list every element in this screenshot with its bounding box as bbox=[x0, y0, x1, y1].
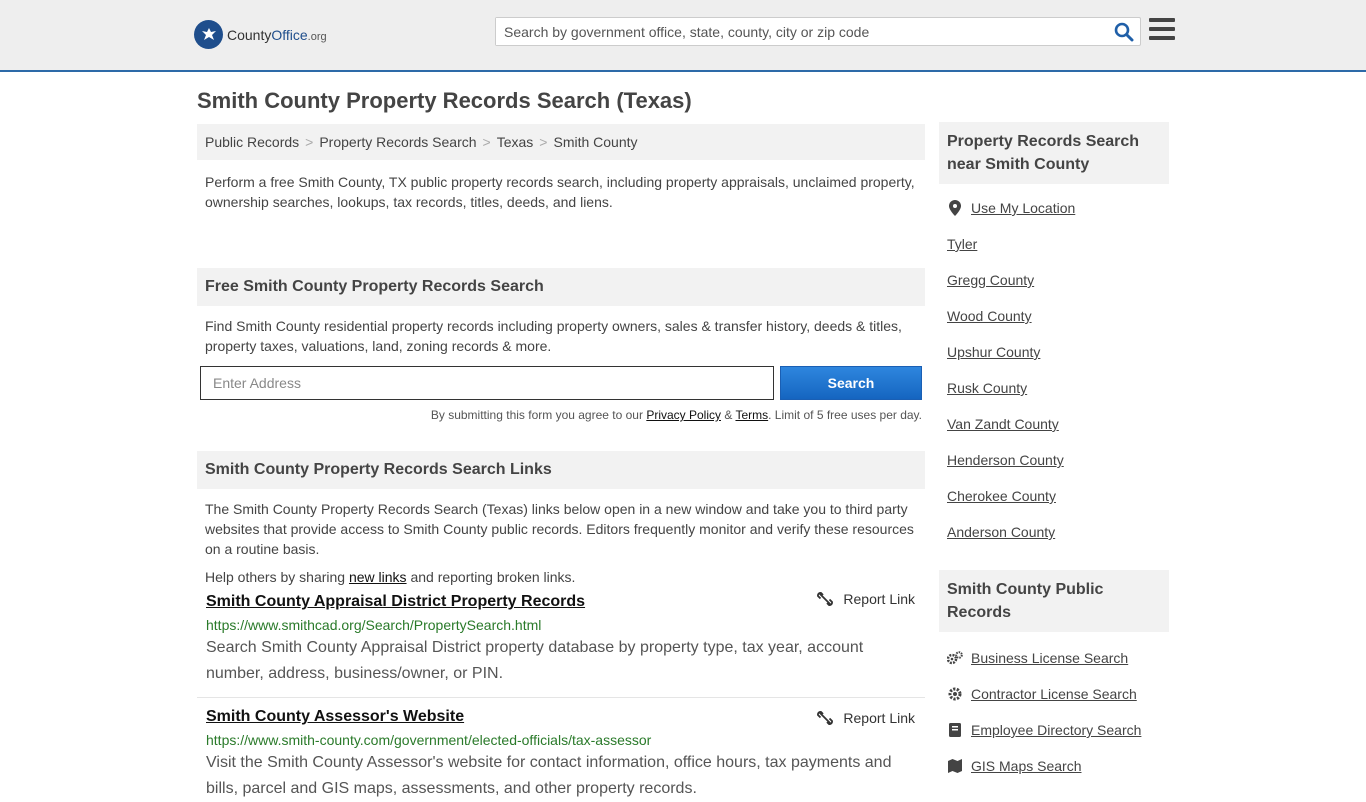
sidebar-item-business-license[interactable]: Business License Search bbox=[947, 640, 1161, 676]
breadcrumb: Public Records > Property Records Search > T… bbox=[197, 124, 925, 160]
nearby-link[interactable]: Henderson County bbox=[947, 452, 1064, 468]
nearby-search-heading: Property Records Search near Smith Count… bbox=[939, 122, 1169, 184]
address-search-form: Search bbox=[197, 358, 925, 406]
logo-text-office: Office bbox=[271, 26, 308, 43]
terms-suffix: . Limit of 5 free uses per day. bbox=[768, 408, 922, 422]
employee-directory-search-link[interactable]: Employee Directory Search bbox=[971, 722, 1141, 738]
new-links-link[interactable]: new links bbox=[349, 569, 407, 585]
map-icon bbox=[947, 759, 963, 773]
resource-link-description: Visit the Smith County Assessor's websit… bbox=[206, 754, 892, 797]
breadcrumb-texas[interactable]: Texas bbox=[497, 134, 534, 150]
sidebar-item-tyler[interactable]: Tyler bbox=[947, 226, 1161, 262]
resource-link-url: https://www.smithcad.org/Search/Property… bbox=[206, 617, 542, 633]
resource-link-title[interactable]: Smith County Appraisal District Property… bbox=[206, 593, 585, 611]
gears-icon bbox=[947, 651, 963, 665]
share-links-note: Help others by sharing new links and rep… bbox=[197, 559, 925, 589]
resource-link-item: Smith County Appraisal District Property… bbox=[197, 589, 925, 698]
sidebar-item-van-zandt-county[interactable]: Van Zandt County bbox=[947, 406, 1161, 442]
nearby-link[interactable]: Upshur County bbox=[947, 344, 1040, 360]
site-search bbox=[495, 17, 1141, 46]
sidebar-item-upshur-county[interactable]: Upshur County bbox=[947, 334, 1161, 370]
gear-icon bbox=[947, 687, 963, 701]
gis-maps-search-link[interactable]: GIS Maps Search bbox=[971, 758, 1082, 774]
business-license-search-link[interactable]: Business License Search bbox=[971, 650, 1128, 666]
sidebar-item-wood-county[interactable]: Wood County bbox=[947, 298, 1161, 334]
sidebar-item-cherokee-county[interactable]: Cherokee County bbox=[947, 478, 1161, 514]
address-input[interactable] bbox=[200, 366, 774, 400]
broken-link-icon bbox=[817, 592, 834, 606]
nearby-link[interactable]: Gregg County bbox=[947, 272, 1034, 288]
sidebar-item-henderson-county[interactable]: Henderson County bbox=[947, 442, 1161, 478]
share-prefix: Help others by sharing bbox=[205, 569, 349, 585]
nearby-link[interactable]: Cherokee County bbox=[947, 488, 1056, 504]
privacy-policy-link[interactable]: Privacy Policy bbox=[646, 408, 721, 422]
book-icon bbox=[947, 723, 963, 737]
sidebar-item-gis-maps[interactable]: GIS Maps Search bbox=[947, 748, 1161, 784]
hamburger-menu-icon[interactable] bbox=[1149, 18, 1175, 42]
nearby-link[interactable]: Van Zandt County bbox=[947, 416, 1059, 432]
main-content: Public Records > Property Records Search > T… bbox=[197, 124, 925, 802]
map-marker-icon bbox=[947, 200, 963, 216]
sidebar-item-anderson-county[interactable]: Anderson County bbox=[947, 514, 1161, 550]
free-search-description: Find Smith County residential property r… bbox=[205, 318, 902, 354]
free-search-heading: Free Smith County Property Records Searc… bbox=[197, 268, 925, 306]
breadcrumb-separator: > bbox=[305, 134, 314, 150]
breadcrumb-separator: > bbox=[482, 134, 491, 150]
nearby-link[interactable]: Tyler bbox=[947, 236, 977, 252]
sidebar-item-use-my-location[interactable]: Use My Location bbox=[947, 190, 1161, 226]
share-suffix: and reporting broken links. bbox=[406, 569, 576, 585]
logo-text-county: County bbox=[227, 26, 272, 43]
sidebar-item-contractor-license[interactable]: Contractor License Search bbox=[947, 676, 1161, 712]
breadcrumb-smith-county[interactable]: Smith County bbox=[553, 134, 637, 150]
resource-link-description: Search Smith County Appraisal District p… bbox=[206, 639, 864, 682]
terms-amp: & bbox=[721, 408, 736, 422]
report-link-label: Report Link bbox=[843, 710, 915, 726]
page-title: Smith County Property Records Search (Te… bbox=[197, 88, 692, 113]
broken-link-icon bbox=[817, 711, 834, 725]
report-link-button[interactable]: Report Link bbox=[817, 591, 915, 607]
terms-link[interactable]: Terms bbox=[735, 408, 768, 422]
sidebar-item-rusk-county[interactable]: Rusk County bbox=[947, 370, 1161, 406]
links-section-description: The Smith County Property Records Search… bbox=[205, 501, 914, 557]
public-records-list: Business License Search Contractor Licen… bbox=[939, 632, 1169, 784]
report-link-label: Report Link bbox=[843, 591, 915, 607]
nearby-link[interactable]: Rusk County bbox=[947, 380, 1027, 396]
links-section-heading: Smith County Property Records Search Lin… bbox=[197, 451, 925, 489]
logo-text-org: .org bbox=[307, 30, 327, 43]
breadcrumb-public-records[interactable]: Public Records bbox=[205, 134, 299, 150]
site-header: CountyOffice.org bbox=[0, 0, 1366, 72]
address-search-button[interactable]: Search bbox=[780, 366, 922, 400]
site-search-input[interactable] bbox=[496, 18, 1096, 45]
sidebar-item-gregg-county[interactable]: Gregg County bbox=[947, 262, 1161, 298]
report-link-button[interactable]: Report Link bbox=[817, 710, 915, 726]
nearby-list: Use My Location Tyler Gregg County Wood … bbox=[939, 184, 1169, 550]
site-logo[interactable]: CountyOffice.org bbox=[194, 20, 327, 49]
nearby-link[interactable]: Wood County bbox=[947, 308, 1032, 324]
terms-notice: By submitting this form you agree to our… bbox=[197, 406, 925, 436]
resource-link-item: Smith County Assessor's Website Report L… bbox=[197, 698, 925, 802]
sidebar: Property Records Search near Smith Count… bbox=[939, 122, 1169, 784]
search-icon[interactable] bbox=[1114, 22, 1134, 42]
nearby-link[interactable]: Anderson County bbox=[947, 524, 1055, 540]
resource-link-url: https://www.smith-county.com/government/… bbox=[206, 732, 652, 748]
eagle-logo-icon bbox=[194, 20, 223, 49]
public-records-heading: Smith County Public Records bbox=[939, 570, 1169, 632]
breadcrumb-property-records-search[interactable]: Property Records Search bbox=[319, 134, 476, 150]
breadcrumb-separator: > bbox=[539, 134, 548, 150]
sidebar-item-employee-directory[interactable]: Employee Directory Search bbox=[947, 712, 1161, 748]
intro-text: Perform a free Smith County, TX public p… bbox=[205, 174, 915, 210]
contractor-license-search-link[interactable]: Contractor License Search bbox=[971, 686, 1137, 702]
resource-link-title[interactable]: Smith County Assessor's Website bbox=[206, 708, 464, 726]
terms-prefix: By submitting this form you agree to our bbox=[430, 408, 647, 422]
use-my-location-link[interactable]: Use My Location bbox=[971, 200, 1075, 216]
